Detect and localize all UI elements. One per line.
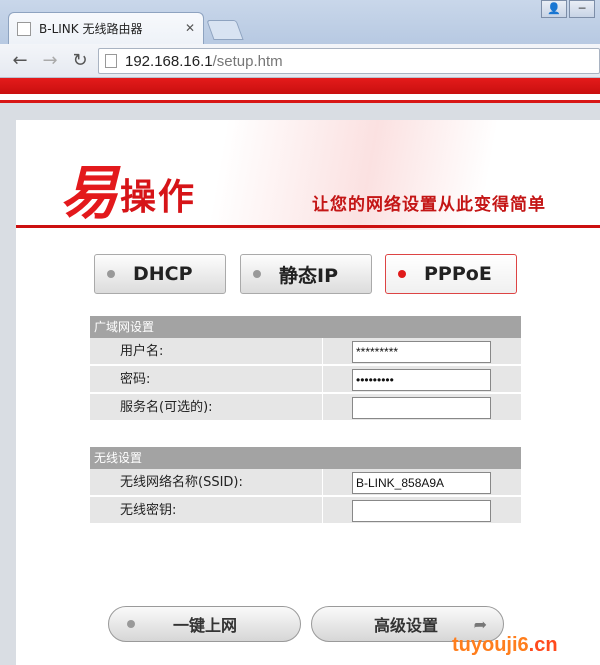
password-row: 密码: — [90, 366, 521, 394]
ssid-input[interactable] — [352, 472, 491, 494]
user-profile-icon[interactable]: 👤 — [541, 0, 567, 18]
watermark-text: tuyouji6 — [452, 634, 529, 656]
wireless-key-label: 无线密钥: — [120, 503, 177, 518]
radio-dot-icon — [107, 270, 115, 278]
logo-title: 操作 — [120, 177, 197, 218]
advanced-label: 高级设置 — [374, 616, 439, 635]
wan-settings-section: 广域网设置 用户名: 密码: 服务名(可选的): — [90, 316, 521, 422]
radio-dot-icon — [127, 620, 135, 628]
url-host: 192.168.16.1 — [125, 52, 213, 70]
logo-big-char: 易 — [60, 159, 119, 227]
tab-close-icon[interactable]: ✕ — [185, 21, 195, 35]
one-click-connect-button[interactable]: 一键上网 — [108, 606, 301, 642]
browser-tab[interactable]: B-LINK 无线路由器 ✕ — [8, 12, 204, 44]
forward-arrow-icon[interactable]: → — [38, 49, 62, 73]
wireless-section-heading: 无线设置 — [90, 447, 521, 469]
header-red-line — [0, 100, 600, 103]
mode-pppoe-button[interactable]: PPPoE — [385, 254, 517, 294]
banner-slogan: 让您的网络设置从此变得简单 — [312, 195, 546, 215]
mode-static-ip-button[interactable]: 静态IP — [240, 254, 372, 294]
banner: 易 操作 让您的网络设置从此变得简单 — [16, 120, 600, 230]
page-favicon-icon — [17, 21, 31, 36]
back-arrow-icon[interactable]: ← — [8, 49, 32, 73]
row-separator — [322, 497, 323, 525]
ssid-label: 无线网络名称(SSID): — [120, 475, 243, 490]
browser-tabstrip: B-LINK 无线路由器 ✕ 👤 ─ — [0, 0, 600, 44]
wan-section-heading: 广域网设置 — [90, 316, 521, 338]
browser-toolbar: ← → ↻ 192.168.16.1/setup.htm — [0, 44, 600, 78]
wireless-key-row: 无线密钥: — [90, 497, 521, 525]
service-name-row: 服务名(可选的): — [90, 394, 521, 422]
connect-label: 一键上网 — [173, 616, 238, 635]
address-bar[interactable]: 192.168.16.1/setup.htm — [98, 48, 600, 74]
mode-dhcp-button[interactable]: DHCP — [94, 254, 226, 294]
forward-arrow-icon: ➦ — [473, 614, 487, 634]
ssid-row: 无线网络名称(SSID): — [90, 469, 521, 497]
row-separator — [322, 469, 323, 497]
service-name-input[interactable] — [352, 397, 491, 419]
minimize-window-button[interactable]: ─ — [569, 0, 595, 18]
address-url: 192.168.16.1/setup.htm — [125, 53, 283, 70]
wireless-settings-section: 无线设置 无线网络名称(SSID): 无线密钥: — [90, 447, 521, 525]
banner-underline — [16, 225, 600, 228]
radio-dot-icon — [253, 270, 261, 278]
password-input[interactable] — [352, 369, 491, 391]
reload-icon[interactable]: ↻ — [68, 49, 92, 73]
url-path: /setup.htm — [212, 52, 283, 70]
service-name-label: 服务名(可选的): — [120, 400, 213, 415]
row-separator — [322, 338, 323, 366]
site-watermark: tuyouji6.cn — [452, 634, 558, 657]
mode-label: 静态IP — [279, 264, 338, 287]
username-input[interactable] — [352, 341, 491, 363]
header-red-band — [0, 78, 600, 94]
mode-label: PPPoE — [424, 263, 492, 285]
page-icon — [105, 54, 117, 68]
row-separator — [322, 366, 323, 394]
row-separator — [322, 394, 323, 422]
username-label: 用户名: — [120, 344, 164, 359]
password-label: 密码: — [120, 372, 151, 387]
wireless-key-input[interactable] — [352, 500, 491, 522]
username-row: 用户名: — [90, 338, 521, 366]
watermark-domain: .cn — [528, 634, 558, 656]
mode-label: DHCP — [133, 263, 193, 285]
new-tab-button[interactable] — [206, 20, 244, 40]
setup-panel: 易 操作 让您的网络设置从此变得简单 DHCP 静态IP PPPoE 广域网设置… — [16, 120, 600, 665]
radio-dot-selected-icon — [398, 270, 406, 278]
tab-title: B-LINK 无线路由器 — [39, 22, 143, 36]
